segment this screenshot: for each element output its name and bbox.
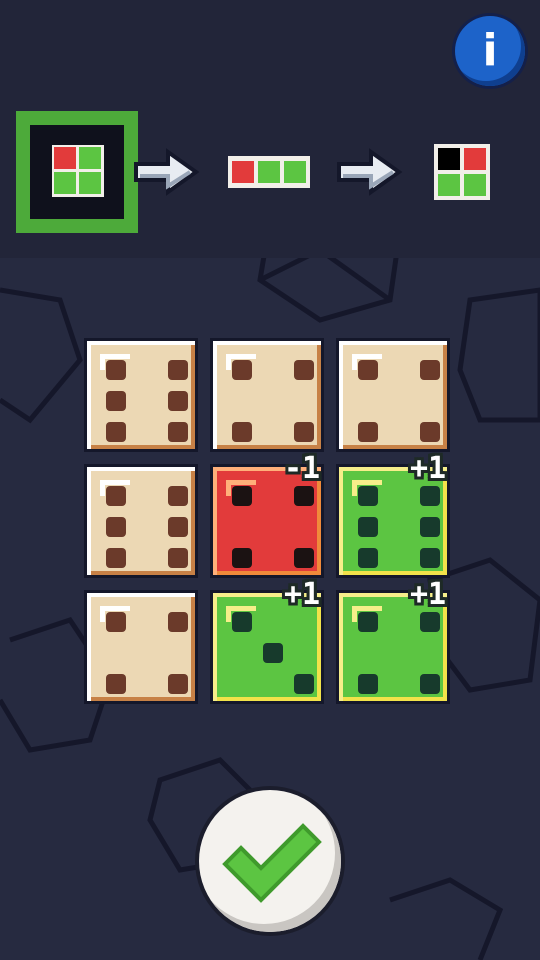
die-pip: [106, 674, 126, 694]
die-pip: [232, 612, 252, 632]
die-shine: [352, 354, 357, 370]
die-pip: [420, 486, 440, 506]
die-modifier-badge: -1: [284, 451, 321, 486]
pattern-cell: [79, 172, 101, 194]
die-pip: [168, 612, 188, 632]
die-pip: [263, 643, 283, 663]
die-pip: [232, 360, 252, 380]
die-pip: [232, 422, 252, 442]
die-pip: [420, 517, 440, 537]
die[interactable]: [84, 338, 198, 452]
die[interactable]: [210, 338, 324, 452]
die-modifier-badge: +1: [410, 577, 447, 612]
die-pip: [232, 486, 252, 506]
pattern-cell: [464, 148, 486, 170]
die-pip: [420, 548, 440, 568]
die-pip: [420, 674, 440, 694]
die-pip: [106, 548, 126, 568]
die-pip: [168, 517, 188, 537]
die-shine: [352, 606, 357, 622]
die-pip: [106, 612, 126, 632]
die-pip: [168, 360, 188, 380]
die-pip: [106, 486, 126, 506]
die-pip: [358, 517, 378, 537]
die-pip: [358, 360, 378, 380]
arrow-right-icon: [337, 148, 403, 196]
die-shine: [226, 354, 231, 370]
die-pip: [420, 422, 440, 442]
confirm-button[interactable]: [199, 790, 341, 932]
die-pip: [168, 548, 188, 568]
die-pip: [106, 422, 126, 442]
info-button[interactable]: i: [455, 16, 525, 86]
pattern-cell: [284, 161, 306, 183]
die-pip: [358, 486, 378, 506]
pattern-cell: [258, 161, 280, 183]
die-pip: [294, 674, 314, 694]
pattern-cell: [54, 147, 76, 169]
die-pip: [106, 517, 126, 537]
die-pip: [358, 422, 378, 442]
die-pip: [106, 360, 126, 380]
die-pip: [294, 422, 314, 442]
die-modifier-badge: +1: [284, 577, 321, 612]
info-icon: i: [482, 25, 498, 76]
pattern-cell: [232, 161, 254, 183]
die-pip: [294, 360, 314, 380]
pattern-cell: [464, 174, 486, 196]
die-shine: [100, 606, 105, 622]
pattern-cell: [438, 174, 460, 196]
checkmark-icon: [222, 823, 322, 903]
result-pattern: [434, 144, 490, 200]
selected-pattern-slot[interactable]: [16, 111, 138, 233]
die-shine: [352, 480, 357, 496]
pattern-cell: [54, 172, 76, 194]
middle-pattern: [228, 156, 310, 188]
die-pip: [420, 360, 440, 380]
die-shine: [100, 354, 105, 370]
die-pip: [168, 422, 188, 442]
die-pip: [358, 548, 378, 568]
die-pip: [358, 674, 378, 694]
die-pip: [358, 612, 378, 632]
die[interactable]: [84, 590, 198, 704]
die-pip: [168, 391, 188, 411]
die-pip: [168, 674, 188, 694]
die-pip: [294, 548, 314, 568]
pattern-cell: [438, 148, 460, 170]
die-shine: [226, 480, 231, 496]
die[interactable]: [336, 338, 450, 452]
die-pip: [106, 391, 126, 411]
pattern-cell: [79, 147, 101, 169]
die-modifier-badge: +1: [410, 451, 447, 486]
die-shine: [226, 606, 231, 622]
die-shine: [100, 480, 105, 496]
die-pip: [294, 486, 314, 506]
arrow-right-icon: [134, 148, 200, 196]
die-pip: [168, 486, 188, 506]
die-pip: [420, 612, 440, 632]
die[interactable]: [84, 464, 198, 578]
die-pip: [232, 548, 252, 568]
